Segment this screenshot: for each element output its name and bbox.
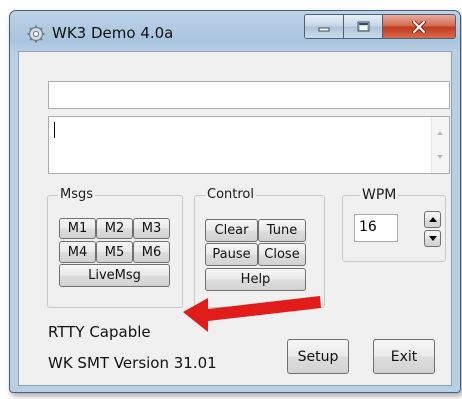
red-arrow xyxy=(183,296,321,332)
